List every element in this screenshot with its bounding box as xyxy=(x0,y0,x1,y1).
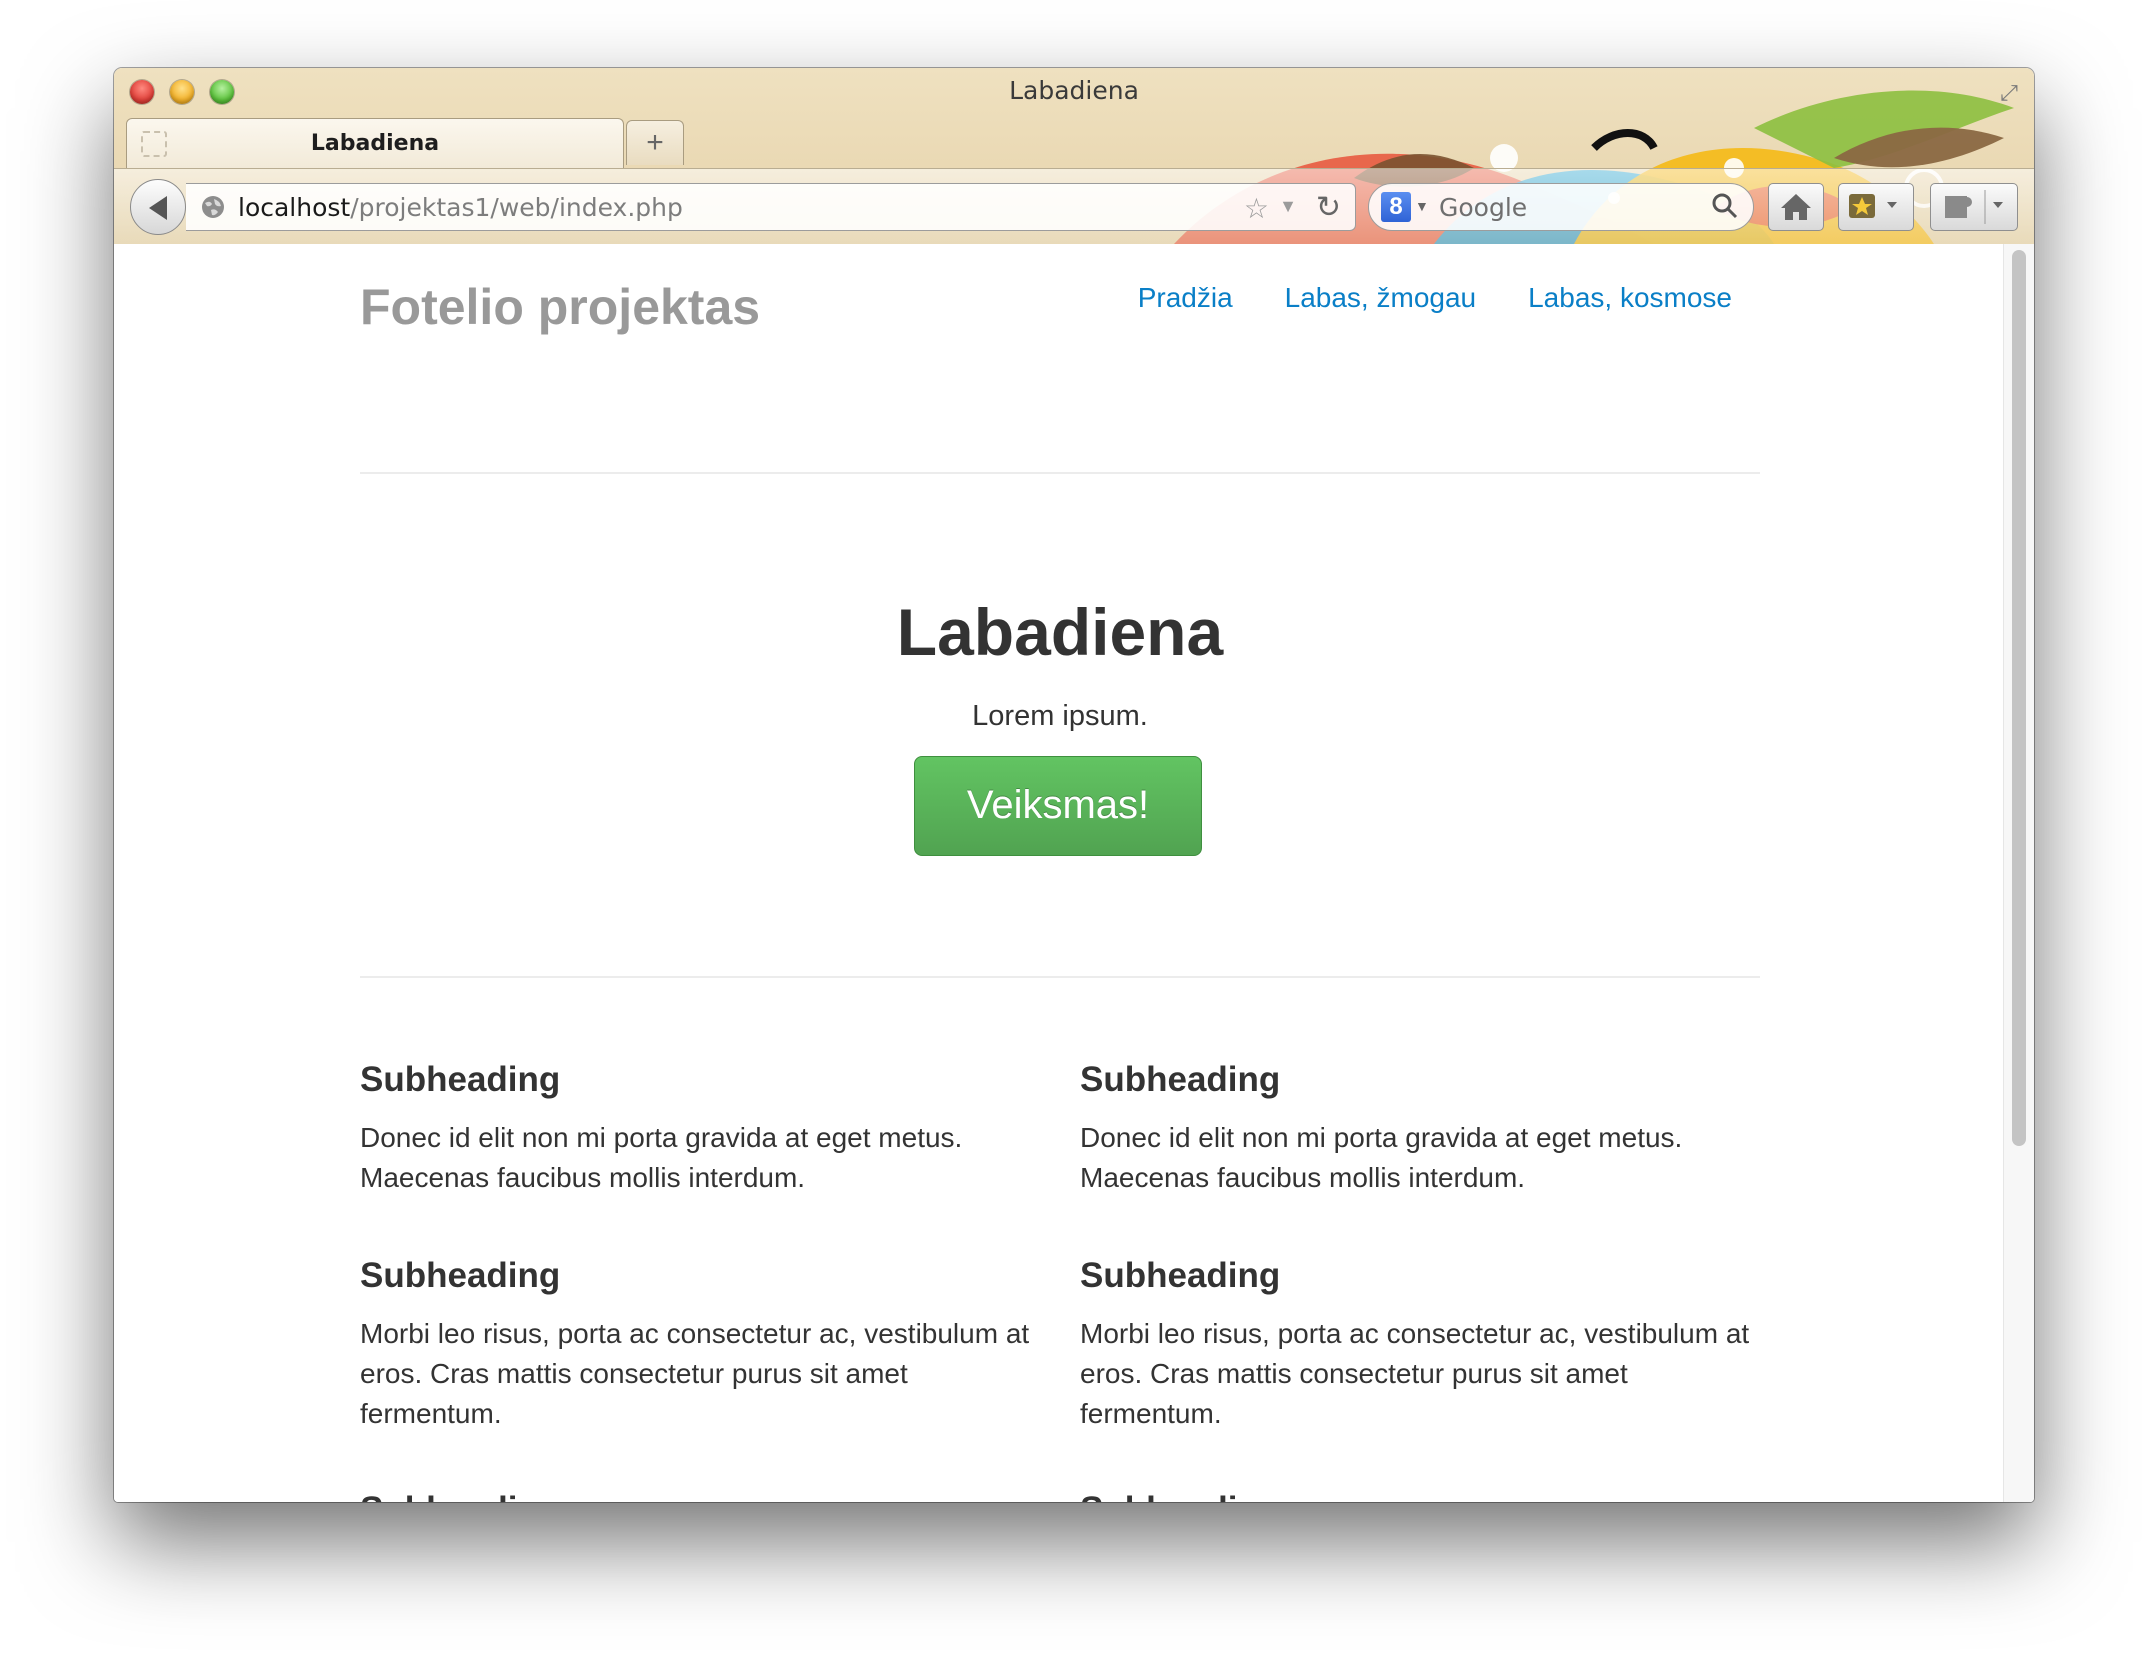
bookmarks-button[interactable] xyxy=(1838,183,1914,231)
feature-heading: Subheading xyxy=(360,1490,1030,1502)
site-brand[interactable]: Fotelio projektas xyxy=(360,278,760,336)
fullscreen-icon[interactable]: ⤢ xyxy=(1994,78,2024,108)
scrollbar-thumb[interactable] xyxy=(2012,250,2026,1146)
browser-chrome: Labadiena ⤢ Labadiena + localhost/projek… xyxy=(114,68,2034,244)
feature-block: Subheading Donec id elit non mi porta gr… xyxy=(360,1060,1030,1198)
back-arrow-icon xyxy=(149,196,167,220)
bookmarks-star-icon xyxy=(1849,194,1897,218)
feature-block: Subheading Morbi leo risus, porta ac con… xyxy=(1080,1256,1750,1434)
feature-block: Subheading xyxy=(1080,1490,1750,1502)
nav-link-labas-zmogau[interactable]: Labas, žmogau xyxy=(1285,282,1476,314)
feature-text: Morbi leo risus, porta ac consectetur ac… xyxy=(360,1318,1030,1429)
puzzle-icon xyxy=(1945,190,2003,224)
globe-icon xyxy=(202,196,224,218)
bookmark-star-icon[interactable]: ☆ xyxy=(1244,192,1269,225)
nav-link-labas-kosmose[interactable]: Labas, kosmose xyxy=(1528,282,1732,314)
engine-chevron-down-icon[interactable]: ▼ xyxy=(1415,198,1429,214)
vertical-scrollbar[interactable] xyxy=(2003,244,2034,1502)
url-host: localhost xyxy=(238,193,351,222)
feature-text: Morbi leo risus, porta ac consectetur ac… xyxy=(1080,1318,1750,1429)
search-bar[interactable]: 8 ▼ Google xyxy=(1368,183,1754,231)
home-button[interactable] xyxy=(1768,183,1824,231)
url-bar[interactable]: localhost/projektas1/web/index.php ☆ ▼ ↻ xyxy=(186,183,1356,231)
home-icon xyxy=(1781,194,1811,220)
navigation-toolbar: localhost/projektas1/web/index.php ☆ ▼ ↻… xyxy=(114,168,2034,244)
search-icon[interactable] xyxy=(1711,192,1739,220)
feature-heading: Subheading xyxy=(1080,1256,1281,1295)
hero-lead: Lorem ipsum. xyxy=(972,700,1148,732)
window-title: Labadiena xyxy=(1009,76,1139,105)
history-dropdown-icon[interactable]: ▼ xyxy=(1279,196,1297,217)
reload-icon[interactable]: ↻ xyxy=(1316,190,1341,225)
browser-window: Labadiena ⤢ Labadiena + localhost/projek… xyxy=(114,68,2034,1502)
feature-heading: Subheading xyxy=(360,1256,561,1295)
back-button[interactable] xyxy=(130,179,186,235)
url-path: /projektas1/web/index.php xyxy=(350,193,683,222)
new-tab-button[interactable]: + xyxy=(626,120,684,165)
page-viewport: Fotelio projektas Pradžia Labas, žmogau … xyxy=(114,244,2034,1502)
hero-title: Labadiena xyxy=(896,595,1224,669)
cta-button[interactable]: Veiksmas! xyxy=(914,756,1202,856)
feature-text: Donec id elit non mi porta gravida at eg… xyxy=(360,1122,963,1193)
feature-text: Donec id elit non mi porta gravida at eg… xyxy=(1080,1122,1683,1193)
hero-divider xyxy=(360,976,1760,978)
feature-heading: Subheading xyxy=(1080,1490,1750,1502)
url-text: localhost/projektas1/web/index.php xyxy=(238,193,683,222)
header-divider xyxy=(360,472,1760,474)
feature-block: Subheading Morbi leo risus, porta ac con… xyxy=(360,1256,1030,1434)
search-placeholder: Google xyxy=(1439,193,1528,222)
feature-heading: Subheading xyxy=(1080,1060,1281,1099)
nav-link-pradzia[interactable]: Pradžia xyxy=(1138,282,1233,314)
main-nav: Pradžia Labas, žmogau Labas, kosmose xyxy=(1138,282,1732,314)
google-engine-icon[interactable]: 8 xyxy=(1381,192,1411,222)
addon-button[interactable] xyxy=(1930,183,2018,231)
tab-label: Labadiena xyxy=(310,131,440,156)
feature-block: Subheading xyxy=(360,1490,1030,1502)
feature-heading: Subheading xyxy=(360,1060,561,1099)
tab-labadiena[interactable]: Labadiena xyxy=(126,118,624,169)
feature-block: Subheading Donec id elit non mi porta gr… xyxy=(1080,1060,1750,1198)
